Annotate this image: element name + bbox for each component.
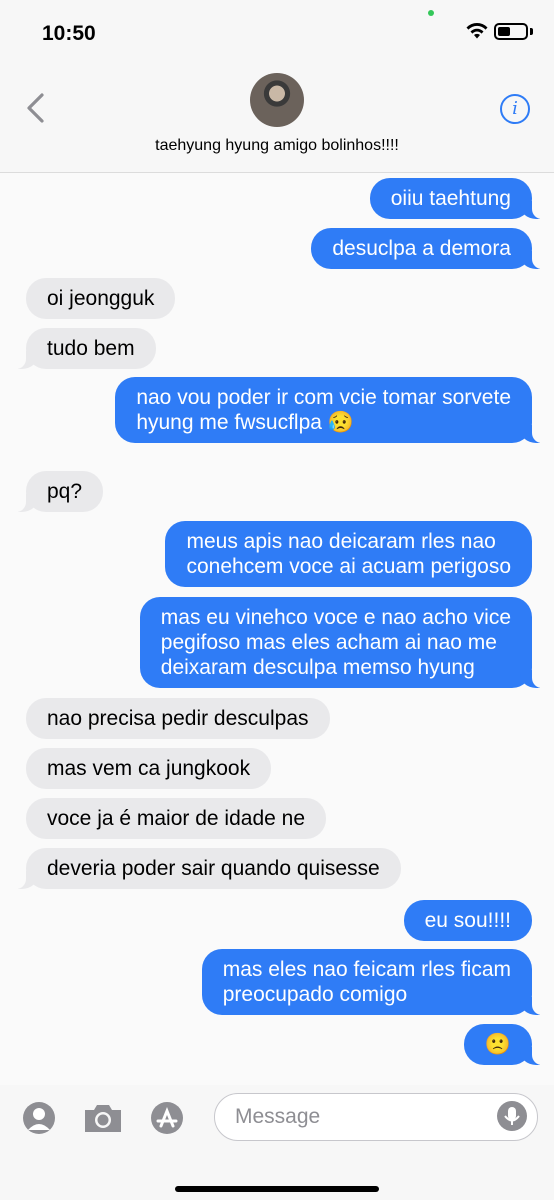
- received-message-bubble[interactable]: pq?: [13, 471, 104, 512]
- sent-message-bubble[interactable]: eu sou!!!!: [403, 900, 532, 941]
- app-store-icon[interactable]: [150, 1101, 184, 1135]
- sent-message-bubble[interactable]: meus apis nao deicaram rles nao conehcem…: [165, 521, 532, 587]
- wifi-icon: [466, 23, 488, 39]
- message-field[interactable]: [214, 1093, 538, 1141]
- camera-icon[interactable]: [82, 1101, 124, 1135]
- received-message-bubble[interactable]: tudo bem: [14, 328, 156, 369]
- sent-message-bubble[interactable]: desuclpa a demora: [311, 228, 544, 269]
- message-text: nao precisa pedir desculpas: [47, 707, 309, 730]
- sent-message-bubble[interactable]: 🙁: [463, 1024, 545, 1065]
- sent-message-bubble[interactable]: mas eu vinehco voce e nao acho vice pegi…: [139, 597, 545, 688]
- received-message-bubble[interactable]: deveria poder sair quando quisesse: [14, 848, 401, 889]
- microphone-icon[interactable]: [497, 1101, 527, 1131]
- conversation-header: taehyung hyung amigo bolinhos!!!! i: [0, 64, 554, 173]
- message-text: oiiu taehtung: [390, 187, 511, 210]
- message-text: deveria poder sair quando quisesse: [47, 857, 380, 880]
- contact-name[interactable]: taehyung hyung amigo bolinhos!!!!: [0, 137, 554, 155]
- message-text: oi jeongguk: [47, 287, 155, 310]
- received-message-bubble[interactable]: oi jeongguk: [26, 278, 176, 319]
- battery-icon: [494, 23, 528, 40]
- received-message-bubble[interactable]: voce ja é maior de idade ne: [26, 798, 326, 839]
- info-icon[interactable]: i: [500, 94, 530, 124]
- status-time: 10:50: [42, 22, 96, 45]
- received-message-bubble[interactable]: nao precisa pedir desculpas: [26, 698, 330, 739]
- camera-indicator-dot: [428, 10, 434, 16]
- home-indicator: [175, 1186, 379, 1192]
- memoji-icon[interactable]: [22, 1101, 56, 1135]
- back-chevron-icon[interactable]: [24, 92, 46, 124]
- sent-message-bubble[interactable]: mas eles nao feicam rles ficam preocupad…: [201, 949, 545, 1015]
- message-text: nao vou poder ir com vcie tomar sorvete …: [136, 386, 511, 434]
- message-text: eu sou!!!!: [424, 909, 511, 932]
- message-thread: oiiu taehtung desuclpa a demora oi jeonggu…: [0, 173, 554, 1085]
- message-text: 🙁: [484, 1033, 511, 1056]
- message-text: voce ja é maior de idade ne: [47, 807, 305, 830]
- message-text: desuclpa a demora: [332, 237, 511, 260]
- battery-level: [498, 27, 510, 36]
- sent-message-bubble[interactable]: oiiu taehtung: [369, 178, 545, 219]
- status-bar: 10:50: [0, 0, 554, 64]
- message-text: meus apis nao deicaram rles nao conehcem…: [186, 530, 511, 578]
- received-message-bubble[interactable]: mas vem ca jungkook: [26, 748, 272, 789]
- sent-message-bubble[interactable]: nao vou poder ir com vcie tomar sorvete …: [115, 377, 544, 443]
- message-text: tudo bem: [47, 337, 135, 360]
- message-text: mas vem ca jungkook: [47, 757, 251, 780]
- contact-avatar[interactable]: [250, 73, 304, 127]
- message-text: mas eles nao feicam rles ficam preocupad…: [222, 958, 511, 1006]
- message-input[interactable]: [233, 1094, 497, 1140]
- message-text: pq?: [47, 480, 83, 503]
- battery-cap: [530, 28, 533, 35]
- input-bar: [0, 1085, 554, 1200]
- message-text: mas eu vinehco voce e nao acho vice pegi…: [160, 606, 511, 679]
